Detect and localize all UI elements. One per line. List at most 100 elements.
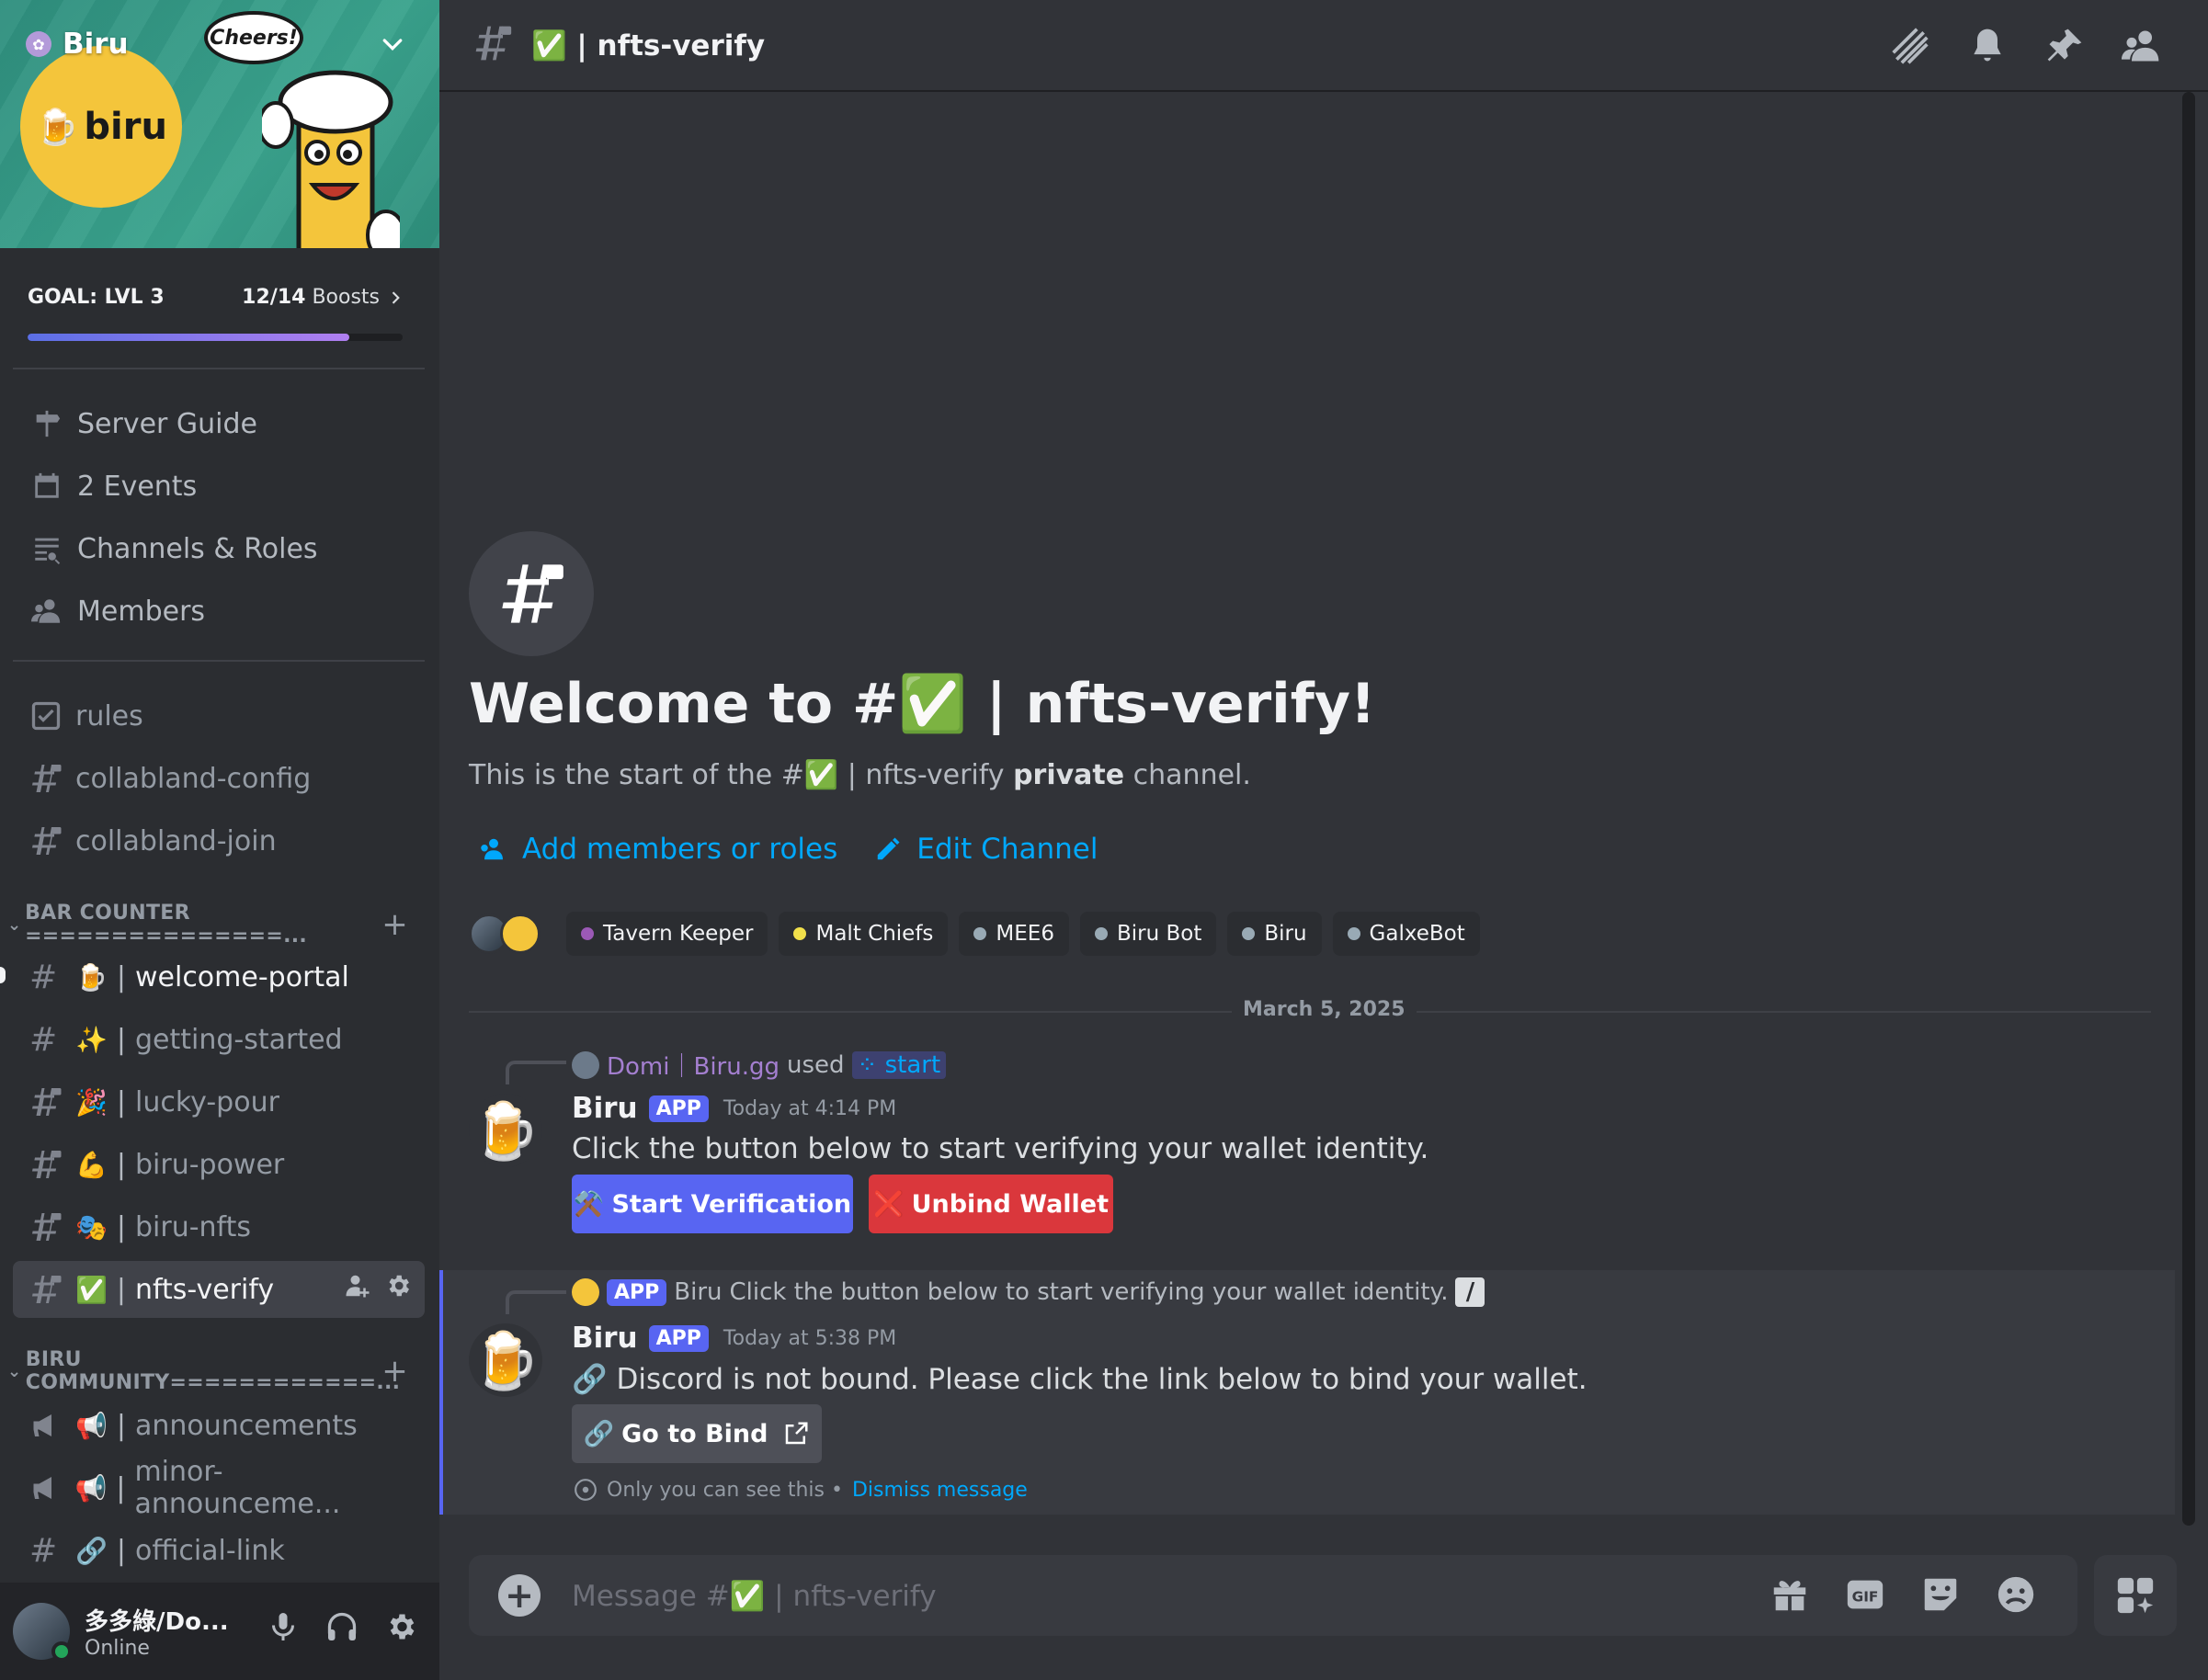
threads-icon[interactable] bbox=[1890, 26, 1930, 70]
nav-members[interactable]: Members bbox=[13, 583, 425, 640]
channel-separator: | bbox=[116, 1534, 126, 1567]
welcome-actions: Add members or roles Edit Channel bbox=[480, 833, 1098, 866]
nav-events[interactable]: 2 Events bbox=[13, 458, 425, 515]
slash-command[interactable]: ⁘ start bbox=[851, 1050, 947, 1079]
nav-channels-roles[interactable]: Channels & Roles bbox=[13, 520, 425, 577]
invite-members-icon[interactable] bbox=[344, 1272, 371, 1307]
channel-biru-power[interactable]: 💪 | biru-power bbox=[13, 1136, 425, 1193]
user-panel: 多多綠/Do... Online bbox=[0, 1583, 439, 1680]
chevron-down-icon[interactable] bbox=[379, 31, 406, 59]
signpost-icon bbox=[29, 406, 64, 441]
message-header: Biru APP Today at 4:14 PM bbox=[572, 1092, 896, 1125]
add-members-link[interactable]: Add members or roles bbox=[480, 833, 837, 866]
bell-icon[interactable] bbox=[1967, 26, 2008, 70]
gear-icon[interactable] bbox=[384, 1272, 412, 1307]
channel-collabland-join[interactable]: collabland-join bbox=[13, 812, 425, 869]
role-pill[interactable]: Biru Bot bbox=[1079, 912, 1217, 956]
avatar[interactable]: 🍺 bbox=[469, 1094, 542, 1167]
role-pill[interactable]: Malt Chiefs bbox=[779, 912, 949, 956]
avatar bbox=[572, 1278, 599, 1306]
channel-announcements[interactable]: 📢 | announcements bbox=[13, 1397, 425, 1454]
members-list-icon[interactable] bbox=[2122, 26, 2162, 70]
sidebar-divider bbox=[13, 660, 425, 662]
add-channel-icon[interactable]: + bbox=[381, 906, 408, 943]
microphone-icon[interactable] bbox=[267, 1610, 300, 1647]
headphones-icon[interactable] bbox=[325, 1610, 359, 1647]
emoji-icon[interactable] bbox=[1995, 1573, 2037, 1619]
command-reply-context[interactable]: Domi｜Biru.gg used ⁘ start bbox=[572, 1048, 947, 1082]
pin-icon[interactable] bbox=[2044, 26, 2085, 70]
member-avatars[interactable] bbox=[469, 914, 541, 954]
message-input[interactable]: Message #✅ | nfts-verify bbox=[572, 1579, 937, 1613]
add-member-icon bbox=[481, 838, 503, 860]
external-link-icon bbox=[786, 1422, 808, 1445]
channel-welcome-portal[interactable]: # 🍺 | welcome-portal bbox=[13, 948, 425, 1005]
boost-goal-row[interactable]: GOAL: LVL 3 12/14 Boosts bbox=[28, 283, 404, 311]
edit-channel-link[interactable]: Edit Channel bbox=[874, 833, 1098, 866]
message-author[interactable]: Biru bbox=[572, 1322, 638, 1355]
user-info[interactable]: 多多綠/Do... Online bbox=[85, 1603, 241, 1660]
megaphone-icon bbox=[29, 1409, 64, 1442]
gif-icon[interactable]: GIF bbox=[1844, 1573, 1886, 1619]
nav-item-label: 2 Events bbox=[77, 470, 198, 503]
message-author[interactable]: Biru bbox=[572, 1092, 638, 1125]
welcome-sub-bold: private bbox=[1013, 759, 1125, 791]
role-color-dot bbox=[581, 927, 594, 940]
svg-text:GIF: GIF bbox=[1852, 1589, 1879, 1606]
role-color-dot bbox=[1242, 927, 1256, 940]
channel-getting-started[interactable]: # ✨ | getting-started bbox=[13, 1011, 425, 1068]
nav-server-guide[interactable]: Server Guide bbox=[13, 395, 425, 452]
reply-author: Biru bbox=[674, 1278, 723, 1306]
role-pill[interactable]: Biru bbox=[1227, 912, 1322, 956]
server-banner[interactable]: 🍺 biru Cheers! ✿ Biru bbox=[0, 0, 439, 248]
channel-name: rules bbox=[75, 699, 143, 732]
gift-icon[interactable] bbox=[1769, 1573, 1811, 1619]
channel-minor-announcements[interactable]: 📢 | minor-announceme... bbox=[13, 1456, 425, 1520]
cheers-speech-bubble: Cheers! bbox=[204, 11, 303, 64]
start-verification-button[interactable]: ⚒️ Start Verification bbox=[572, 1175, 853, 1233]
button-label: Start Verification bbox=[611, 1189, 852, 1219]
channel-actions bbox=[344, 1272, 412, 1307]
channel-nfts-verify[interactable]: ✅ | nfts-verify bbox=[13, 1261, 425, 1318]
sidebar-divider bbox=[13, 368, 425, 369]
channel-official-link[interactable]: # 🔗 | official-link bbox=[13, 1522, 425, 1579]
sticker-icon[interactable] bbox=[1919, 1573, 1962, 1619]
avatar[interactable] bbox=[13, 1603, 72, 1662]
category-bar-counter[interactable]: ⌄ BAR COUNTER ===============... + bbox=[7, 902, 419, 948]
category-biru-community[interactable]: ⌄ BIRU COMMUNITY============... + bbox=[7, 1348, 419, 1394]
add-channel-icon[interactable]: + bbox=[381, 1353, 408, 1390]
reply-context[interactable]: APP Biru Click the button below to start… bbox=[572, 1277, 1485, 1307]
role-pill[interactable]: Tavern Keeper bbox=[566, 912, 768, 956]
boost-goal-label: GOAL: LVL 3 bbox=[28, 285, 165, 309]
unbind-wallet-button[interactable]: ❌ Unbind Wallet bbox=[869, 1175, 1113, 1233]
app-badge: APP bbox=[648, 1095, 709, 1122]
message-timestamp: Today at 5:38 PM bbox=[723, 1326, 897, 1350]
avatar[interactable]: 🍺 bbox=[469, 1323, 542, 1397]
role-pill[interactable]: MEE6 bbox=[959, 912, 1069, 956]
megaphone-icon bbox=[29, 1471, 63, 1504]
channel-name: announcements bbox=[134, 1409, 358, 1442]
role-name: Tavern Keeper bbox=[603, 922, 754, 946]
role-pill[interactable]: GalxeBot bbox=[1332, 912, 1480, 956]
only-you-text: Only you can see this • bbox=[607, 1478, 843, 1502]
boost-count-label: Boosts bbox=[312, 285, 380, 309]
channel-name: collabland-join bbox=[75, 824, 277, 857]
app-launcher-icon[interactable] bbox=[2094, 1555, 2177, 1636]
chat-scrollbar[interactable] bbox=[2182, 92, 2195, 1526]
locked-hash-icon bbox=[472, 23, 513, 67]
server-name-header[interactable]: ✿ Biru bbox=[26, 28, 129, 61]
logo-text: biru bbox=[84, 106, 167, 148]
go-to-bind-button[interactable]: 🔗 Go to Bind bbox=[572, 1404, 822, 1463]
add-attachment-icon[interactable]: + bbox=[498, 1574, 541, 1617]
reply-spine bbox=[506, 1061, 566, 1084]
boost-count: 12/14 Boosts bbox=[242, 286, 404, 309]
channel-biru-nfts[interactable]: 🎭 | biru-nfts bbox=[13, 1198, 425, 1255]
gear-icon[interactable] bbox=[384, 1610, 417, 1647]
channel-separator: | bbox=[116, 1210, 126, 1243]
message-composer[interactable]: + Message #✅ | nfts-verify GIF bbox=[469, 1555, 2077, 1636]
channel-rules[interactable]: rules bbox=[13, 687, 425, 744]
dismiss-message-link[interactable]: Dismiss message bbox=[852, 1479, 1028, 1502]
edit-channel-label: Edit Channel bbox=[916, 833, 1098, 866]
channel-collabland-config[interactable]: collabland-config bbox=[13, 750, 425, 807]
channel-lucky-pour[interactable]: 🎉 | lucky-pour bbox=[13, 1073, 425, 1130]
